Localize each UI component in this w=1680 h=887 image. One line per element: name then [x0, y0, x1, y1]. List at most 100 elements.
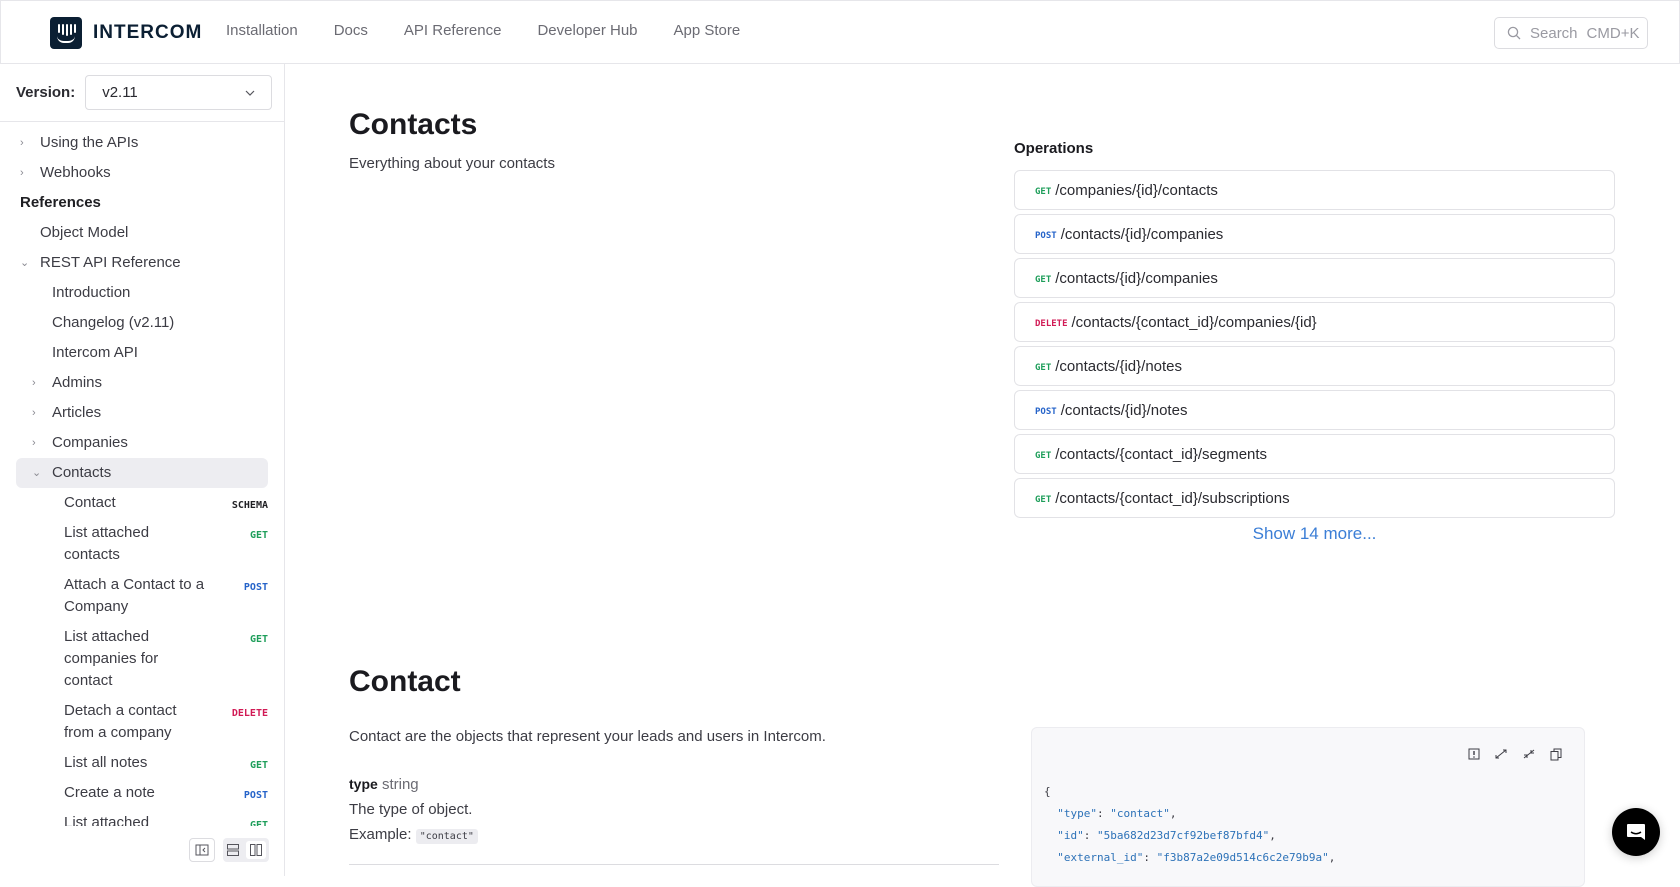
field-name: type [349, 776, 378, 792]
intercom-logo-icon [50, 17, 82, 49]
logo-text: INTERCOM [93, 22, 203, 43]
sidebar-item-rest-api-reference[interactable]: ⌄ REST API Reference [20, 252, 270, 274]
method-badge: POST [243, 582, 268, 593]
method-badge: POST [1035, 231, 1057, 241]
operation-row[interactable]: GET/companies/{id}/contacts [1014, 170, 1615, 210]
field-example: Example: "contact" [349, 826, 478, 844]
sidebar-section-references: References [20, 194, 101, 211]
version-select[interactable]: v2.11 [85, 75, 273, 110]
page-title: Contacts [349, 108, 478, 141]
sidebar-subitem-list-all-notes[interactable]: List all notes GET [64, 752, 270, 774]
side-by-side-layout-option[interactable] [246, 841, 266, 859]
nav-app-store[interactable]: App Store [674, 22, 741, 39]
sidebar-item-introduction[interactable]: Introduction [52, 282, 130, 304]
nav-api-reference[interactable]: API Reference [404, 22, 502, 39]
method-badge: SCHEMA [231, 500, 268, 511]
sidebar-item-articles[interactable]: › Articles [32, 402, 272, 424]
page-description: Everything about your contacts [349, 155, 555, 172]
top-navbar: INTERCOM Installation Docs API Reference… [0, 0, 1680, 64]
chevron-right-icon: › [32, 437, 36, 449]
search-shortcut: CMD+K [1586, 24, 1640, 42]
method-badge: DELETE [1035, 319, 1068, 329]
sidebar-footer [189, 838, 269, 862]
sidebar-subitem-contact[interactable]: Contact SCHEMA [64, 492, 270, 514]
sidebar-item-intercom-api[interactable]: Intercom API [52, 342, 138, 364]
version-label: Version: [16, 84, 76, 101]
sidebar-subitem-detach-contact[interactable]: Detach a contact from a company DELETE [64, 700, 270, 744]
method-badge: GET [249, 530, 268, 541]
sidebar-item-object-model[interactable]: Object Model [40, 222, 128, 244]
layout-toggle[interactable] [223, 838, 269, 862]
code-line: "id": "5ba682d23d7cf92bef87bfd4", [1057, 829, 1276, 842]
operation-path: /contacts/{contact_id}/segments [1055, 445, 1268, 463]
operation-row[interactable]: GET/contacts/{contact_id}/segments [1014, 434, 1615, 474]
collapse-sidebar-icon [195, 844, 209, 856]
method-badge: DELETE [231, 708, 268, 719]
version-picker: Version: v2.11 [16, 75, 273, 110]
intercom-logo[interactable]: INTERCOM [50, 17, 202, 49]
sidebar-subitem-attach-contact-to-company[interactable]: Attach a Contact to a Company POST [64, 574, 270, 618]
divider [0, 121, 285, 122]
method-badge: GET [249, 760, 268, 771]
method-badge: GET [1035, 451, 1052, 461]
collapse-sidebar-button[interactable] [189, 838, 215, 862]
collapse-icon[interactable] [1522, 748, 1536, 760]
sidebar-item-admins[interactable]: › Admins [32, 372, 272, 394]
sidebar-item-companies[interactable]: › Companies [32, 432, 272, 454]
operation-row[interactable]: GET/contacts/{id}/companies [1014, 258, 1615, 298]
json-example: { "type": "contact", "id": "5ba682d23d7c… [1031, 727, 1585, 887]
sidebar-item-changelog[interactable]: Changelog (v2.11) [52, 312, 174, 334]
sidebar-item-webhooks[interactable]: › Webhooks [20, 162, 270, 184]
method-badge: GET [1035, 363, 1052, 373]
stacked-layout-icon[interactable] [226, 843, 240, 857]
divider [349, 864, 999, 865]
messenger-launcher-button[interactable] [1612, 808, 1660, 856]
nav-installation[interactable]: Installation [226, 22, 298, 39]
operation-path: /contacts/{id}/notes [1060, 401, 1188, 419]
expand-icon[interactable] [1494, 748, 1508, 760]
method-badge: GET [1035, 187, 1052, 197]
operation-row[interactable]: POST/contacts/{id}/companies [1014, 214, 1615, 254]
code-line: "external_id": "f3b87a2e09d514c6c2e79b9a… [1057, 851, 1336, 864]
method-badge: GET [1035, 495, 1052, 505]
operation-path: /companies/{id}/contacts [1055, 181, 1218, 199]
nav-docs[interactable]: Docs [334, 22, 368, 39]
chevron-down-icon: ⌄ [20, 257, 30, 269]
chevron-down-icon [245, 90, 255, 96]
sidebar-subitem-list-attached-contacts[interactable]: List attached contacts GET [64, 522, 270, 566]
operation-path: /contacts/{id}/companies [1055, 269, 1218, 287]
operation-path: /contacts/{id}/companies [1060, 225, 1224, 243]
operation-row[interactable]: GET/contacts/{id}/notes [1014, 346, 1615, 386]
sidebar-subitem-list-attached[interactable]: List attached GET [64, 812, 270, 826]
operations-title: Operations [1014, 140, 1094, 157]
search-placeholder: Search [1530, 24, 1578, 42]
sidebar-item-contacts[interactable]: ⌄ Contacts [16, 458, 268, 488]
chevron-right-icon: › [32, 377, 36, 389]
sidebar-subitem-create-note[interactable]: Create a note POST [64, 782, 270, 804]
info-icon[interactable] [1468, 748, 1480, 760]
main-nav: Installation Docs API Reference Develope… [226, 22, 740, 39]
operation-path: /contacts/{contact_id}/companies/{id} [1071, 313, 1317, 331]
copy-icon[interactable] [1550, 748, 1562, 761]
operation-row[interactable]: DELETE/contacts/{contact_id}/companies/{… [1014, 302, 1615, 342]
code-open-brace: { [1044, 785, 1051, 798]
field-description: The type of object. [349, 801, 473, 818]
sidebar-subitem-list-attached-companies[interactable]: List attached companies for contact GET [64, 626, 270, 692]
operation-path: /contacts/{id}/notes [1055, 357, 1183, 375]
field-type: string [381, 776, 419, 793]
schema-description: Contact are the objects that represent y… [349, 728, 826, 745]
show-more-link[interactable]: Show 14 more... [1014, 524, 1615, 544]
operation-row[interactable]: POST/contacts/{id}/notes [1014, 390, 1615, 430]
search-input[interactable]: Search CMD+K [1494, 17, 1648, 49]
sidebar: Version: v2.11 › Using the APIs › Webhoo… [0, 64, 285, 876]
operation-row[interactable]: GET/contacts/{contact_id}/subscriptions [1014, 478, 1615, 518]
chat-icon [1627, 824, 1645, 840]
schema-title: Contact [349, 665, 461, 698]
field-type-row: type string [349, 776, 419, 793]
chevron-right-icon: › [32, 407, 36, 419]
chevron-right-icon: › [20, 137, 24, 149]
nav-developer-hub[interactable]: Developer Hub [537, 22, 637, 39]
chevron-down-icon: ⌄ [32, 467, 42, 479]
version-value: v2.11 [102, 84, 138, 101]
sidebar-item-using-the-apis[interactable]: › Using the APIs [20, 132, 270, 154]
